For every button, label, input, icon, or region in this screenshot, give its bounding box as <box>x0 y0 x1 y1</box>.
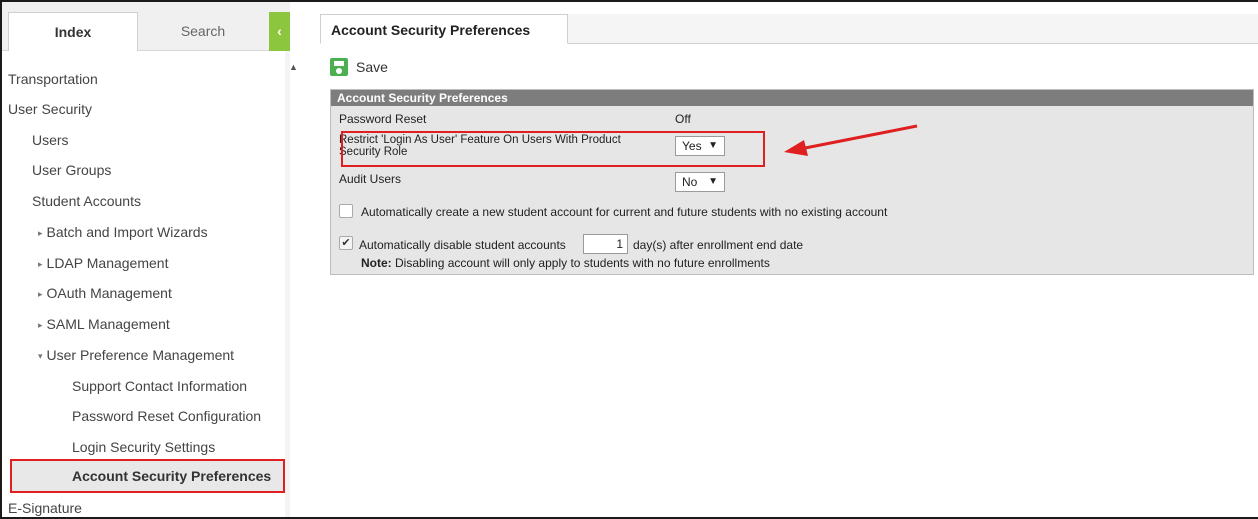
sidebar-item-label: SAML Management <box>46 316 170 332</box>
auto-disable-suffix: day(s) after enrollment end date <box>633 238 804 252</box>
highlight-box <box>341 131 765 167</box>
save-label: Save <box>356 59 388 75</box>
sidebar-item-label: Users <box>32 132 69 148</box>
caret-right-icon: ▸ <box>38 259 43 269</box>
audit-users-select[interactable]: No ▼ <box>675 172 725 192</box>
navigation-tree: Transportation User Security Users User … <box>2 63 285 517</box>
sidebar-item-label: OAuth Management <box>46 285 172 301</box>
sidebar-item-batch-import-wizards[interactable]: ▸ Batch and Import Wizards <box>38 220 208 244</box>
auto-disable-days-input[interactable]: 1 <box>583 234 628 254</box>
dropdown-arrow-icon: ▼ <box>708 176 718 187</box>
sidebar-tabs: Index Search ‹ <box>2 2 290 51</box>
caret-right-icon: ▸ <box>38 320 43 330</box>
sidebar-item-label: Student Accounts <box>32 193 141 209</box>
sidebar-scrollbar[interactable] <box>285 51 290 517</box>
sidebar-item-transportation[interactable]: Transportation <box>8 67 98 91</box>
sidebar-item-label: E-Signature <box>8 500 82 516</box>
auto-create-row: Automatically create a new student accou… <box>339 204 1239 220</box>
note-label: Note: <box>361 256 392 270</box>
auto-disable-checkbox[interactable]: ✔ <box>339 236 353 250</box>
auto-create-checkbox[interactable] <box>339 204 353 218</box>
sidebar-item-support-contact-information[interactable]: Support Contact Information <box>72 374 247 398</box>
sidebar-item-user-preference-management[interactable]: ▾ User Preference Management <box>38 343 234 367</box>
sidebar-item-login-security-settings[interactable]: Login Security Settings <box>72 435 215 459</box>
caret-down-icon: ▾ <box>38 351 43 361</box>
caret-right-icon: ▸ <box>38 289 43 299</box>
scroll-up-icon[interactable]: ▲ <box>289 62 298 72</box>
sidebar-item-account-security-preferences[interactable]: Account Security Preferences <box>10 459 285 493</box>
sidebar-item-saml-management[interactable]: ▸ SAML Management <box>38 312 170 336</box>
password-reset-row: Password Reset Off <box>339 112 1039 128</box>
annotation-arrow-icon <box>784 124 918 156</box>
sidebar-item-label: Support Contact Information <box>72 378 248 394</box>
checkmark-icon: ✔ <box>341 237 351 249</box>
floppy-disk-icon <box>330 58 348 76</box>
note-row: Note: Disabling account will only apply … <box>361 256 1258 272</box>
auto-create-label: Automatically create a new student accou… <box>361 205 888 219</box>
sidebar-item-oauth-management[interactable]: ▸ OAuth Management <box>38 281 172 305</box>
sidebar-item-users[interactable]: Users <box>32 128 69 152</box>
sidebar-item-label: Login Security Settings <box>72 439 216 455</box>
auto-disable-row: ✔ Automatically disable student accounts… <box>339 234 1239 256</box>
tab-account-security-preferences[interactable]: Account Security Preferences <box>320 14 568 44</box>
caret-right-icon: ▸ <box>38 228 43 238</box>
panel-title: Account Security Preferences <box>331 90 1253 106</box>
password-reset-label: Password Reset <box>339 112 427 126</box>
audit-select-value: No <box>682 175 698 189</box>
app-frame: Index Search ‹ Transportation User Secur… <box>0 0 1258 519</box>
sidebar-item-ldap-management[interactable]: ▸ LDAP Management <box>38 251 168 275</box>
sidebar-item-label: Batch and Import Wizards <box>46 224 208 240</box>
sidebar: Index Search ‹ Transportation User Secur… <box>2 2 298 517</box>
note-text: Disabling account will only apply to stu… <box>395 256 770 270</box>
sidebar-item-label: User Preference Management <box>46 347 235 363</box>
audit-users-label: Audit Users <box>339 172 402 186</box>
sidebar-item-label: Transportation <box>8 71 98 87</box>
save-button[interactable]: Save <box>330 57 388 77</box>
sidebar-item-student-accounts[interactable]: Student Accounts <box>32 189 141 213</box>
sidebar-item-label: Password Reset Configuration <box>72 408 262 424</box>
sidebar-item-label: User Groups <box>32 162 112 178</box>
tab-search[interactable]: Search <box>139 12 267 51</box>
sidebar-item-label: User Security <box>8 101 93 117</box>
main-content: Account Security Preferences Save Accoun… <box>320 2 1258 517</box>
sidebar-item-user-security[interactable]: User Security <box>8 97 92 121</box>
tab-index[interactable]: Index <box>8 12 138 51</box>
preferences-panel: Account Security Preferences Password Re… <box>330 89 1254 275</box>
sidebar-item-e-signature[interactable]: E-Signature <box>8 496 82 517</box>
sidebar-item-user-groups[interactable]: User Groups <box>32 158 111 182</box>
password-reset-value: Off <box>675 112 691 126</box>
sidebar-item-label: Account Security Preferences <box>72 468 272 484</box>
audit-users-row: Audit Users No ▼ <box>339 172 1039 194</box>
main-tabbar: Account Security Preferences <box>320 14 1258 44</box>
collapse-sidebar-button[interactable]: ‹ <box>269 12 290 51</box>
sidebar-item-password-reset-configuration[interactable]: Password Reset Configuration <box>72 404 261 428</box>
auto-disable-label: Automatically disable student accounts <box>359 238 566 252</box>
sidebar-item-label: LDAP Management <box>46 255 169 271</box>
